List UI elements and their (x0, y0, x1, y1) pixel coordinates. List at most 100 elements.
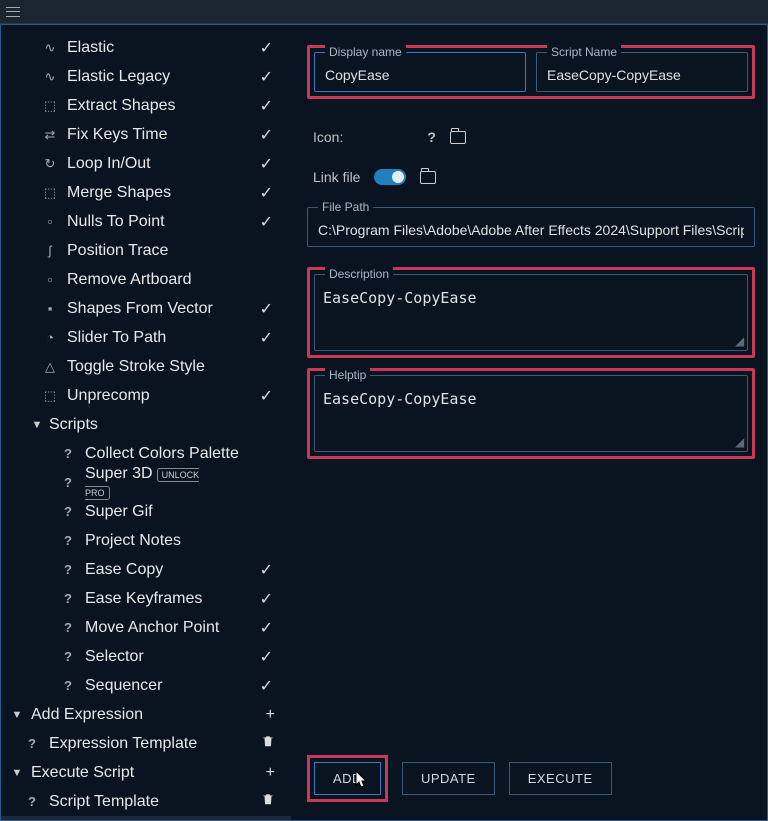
item-label: Sequencer (85, 677, 260, 695)
link-file-row: Link file (313, 169, 755, 185)
item-label: Elastic (67, 39, 260, 57)
script-item[interactable]: ?Super 3DUNLOCKPRO (1, 468, 291, 497)
description-field[interactable]: Description ◢ (314, 274, 748, 351)
check-icon: ✓ (260, 647, 273, 667)
check-icon: ✓ (260, 328, 273, 348)
check-icon: ✓ (260, 560, 273, 580)
folder-icon[interactable] (450, 131, 466, 144)
menu-icon[interactable] (6, 7, 20, 17)
resize-handle-icon[interactable]: ◢ (735, 338, 745, 348)
check-icon: ✓ (260, 299, 273, 319)
item-label: Move Anchor Point (85, 619, 260, 637)
anim-item[interactable]: ⬚Merge Shapes✓ (1, 178, 291, 207)
question-icon: ? (59, 504, 77, 519)
question-icon: ? (23, 736, 41, 751)
chevron-down-icon: ▼ (29, 419, 45, 431)
form-panel: Display name Script Name Icon: ? Link fi… (291, 25, 767, 820)
folder-icon[interactable] (420, 171, 436, 184)
highlight-description: Description ◢ (307, 267, 755, 358)
question-icon: ? (59, 475, 77, 490)
script-name-field[interactable]: Script Name (536, 52, 748, 92)
item-label: Merge Shapes (67, 184, 260, 202)
item-label: Nulls To Point (67, 213, 260, 231)
anim-item[interactable]: ⬚Extract Shapes✓ (1, 91, 291, 120)
link-file-label: Link file (313, 169, 360, 185)
update-button[interactable]: UPDATE (402, 762, 495, 795)
sidebar: ∿Elastic✓∿Elastic Legacy✓⬚Extract Shapes… (1, 25, 291, 820)
item-script-template[interactable]: ? Script Template (1, 787, 291, 816)
anim-item[interactable]: △ Toggle Stroke Style (1, 352, 291, 381)
question-icon: ? (59, 649, 77, 664)
anim-item[interactable]: ▫Remove Artboard (1, 265, 291, 294)
item-label: Super 3DUNLOCKPRO (85, 465, 291, 501)
script-item[interactable]: ?Ease Keyframes✓ (1, 584, 291, 613)
item-label: Slider To Path (67, 329, 260, 347)
script-item[interactable]: ?Move Anchor Point✓ (1, 613, 291, 642)
check-icon: ✓ (260, 676, 273, 696)
item-label: Toggle Stroke Style (67, 358, 291, 376)
anim-item[interactable]: ⬚Unprecomp✓ (1, 381, 291, 410)
item-icon: ʃ (41, 243, 59, 258)
plus-icon[interactable]: + (266, 706, 275, 724)
plus-icon[interactable]: + (266, 764, 275, 782)
item-label: Loop In/Out (67, 155, 260, 173)
anim-item[interactable]: ↻Loop In/Out✓ (1, 149, 291, 178)
script-item[interactable]: ?Project Notes (1, 526, 291, 555)
trash-icon[interactable] (261, 792, 275, 811)
script-item[interactable]: ?Selector✓ (1, 642, 291, 671)
anim-item[interactable]: ∿Elastic✓ (1, 33, 291, 62)
execute-button[interactable]: EXECUTE (509, 762, 612, 795)
item-icon: ∿ (41, 69, 59, 85)
anim-item[interactable]: ⇄Fix Keys Time✓ (1, 120, 291, 149)
check-icon: ✓ (260, 212, 273, 232)
question-icon: ? (59, 678, 77, 693)
item-label: Fix Keys Time (67, 126, 260, 144)
item-label: Ease Copy (85, 561, 260, 579)
question-icon[interactable]: ? (427, 129, 436, 145)
question-icon: ? (59, 533, 77, 548)
item-icon: ◔ (41, 330, 59, 345)
item-label: Super Gif (85, 503, 291, 521)
display-name-input[interactable] (325, 67, 515, 83)
chevron-down-icon: ▼ (9, 709, 25, 721)
highlight-add-button: ADD (307, 755, 388, 802)
file-path-input[interactable] (318, 222, 744, 238)
anim-item[interactable]: ▪Shapes From Vector✓ (1, 294, 291, 323)
button-row: ADD UPDATE EXECUTE (307, 755, 612, 802)
expression-template-label: Expression Template (49, 735, 261, 753)
item-new-script[interactable]: ? new script 1 (1, 816, 291, 820)
check-icon: ✓ (260, 96, 273, 116)
trash-icon[interactable] (261, 734, 275, 753)
add-button[interactable]: ADD (314, 762, 381, 795)
anim-item[interactable]: ʃPosition Trace (1, 236, 291, 265)
icon-label: Icon: (313, 129, 343, 145)
item-icon: ⇄ (41, 127, 59, 143)
highlight-helptip: Helptip ◢ (307, 368, 755, 459)
item-label: Elastic Legacy (67, 68, 260, 86)
link-file-toggle[interactable] (374, 169, 406, 185)
script-name-input[interactable] (547, 67, 737, 83)
resize-handle-icon[interactable]: ◢ (735, 439, 745, 449)
section-scripts[interactable]: ▼ Scripts (1, 410, 291, 439)
item-icon: ⬚ (41, 388, 59, 404)
question-icon: ? (59, 446, 77, 461)
question-icon: ? (59, 591, 77, 606)
script-item[interactable]: ? Super Gif (1, 497, 291, 526)
anim-item[interactable]: ◔ Slider To Path✓ (1, 323, 291, 352)
section-execute-script[interactable]: ▼ Execute Script + (1, 758, 291, 787)
item-icon: ▪ (41, 301, 59, 316)
item-icon: ▫ (41, 272, 59, 287)
anim-item[interactable]: ∿Elastic Legacy✓ (1, 62, 291, 91)
script-item[interactable]: ? Sequencer✓ (1, 671, 291, 700)
description-input[interactable] (323, 289, 739, 339)
check-icon: ✓ (260, 386, 273, 406)
helptip-input[interactable] (323, 390, 739, 440)
section-add-expression[interactable]: ▼ Add Expression + (1, 700, 291, 729)
anim-item[interactable]: ▫Nulls To Point✓ (1, 207, 291, 236)
item-expression-template[interactable]: ? Expression Template (1, 729, 291, 758)
helptip-field[interactable]: Helptip ◢ (314, 375, 748, 452)
file-path-field[interactable]: File Path (307, 207, 755, 247)
display-name-field[interactable]: Display name (314, 52, 526, 92)
item-icon: △ (41, 359, 59, 375)
script-item[interactable]: ?Ease Copy✓ (1, 555, 291, 584)
